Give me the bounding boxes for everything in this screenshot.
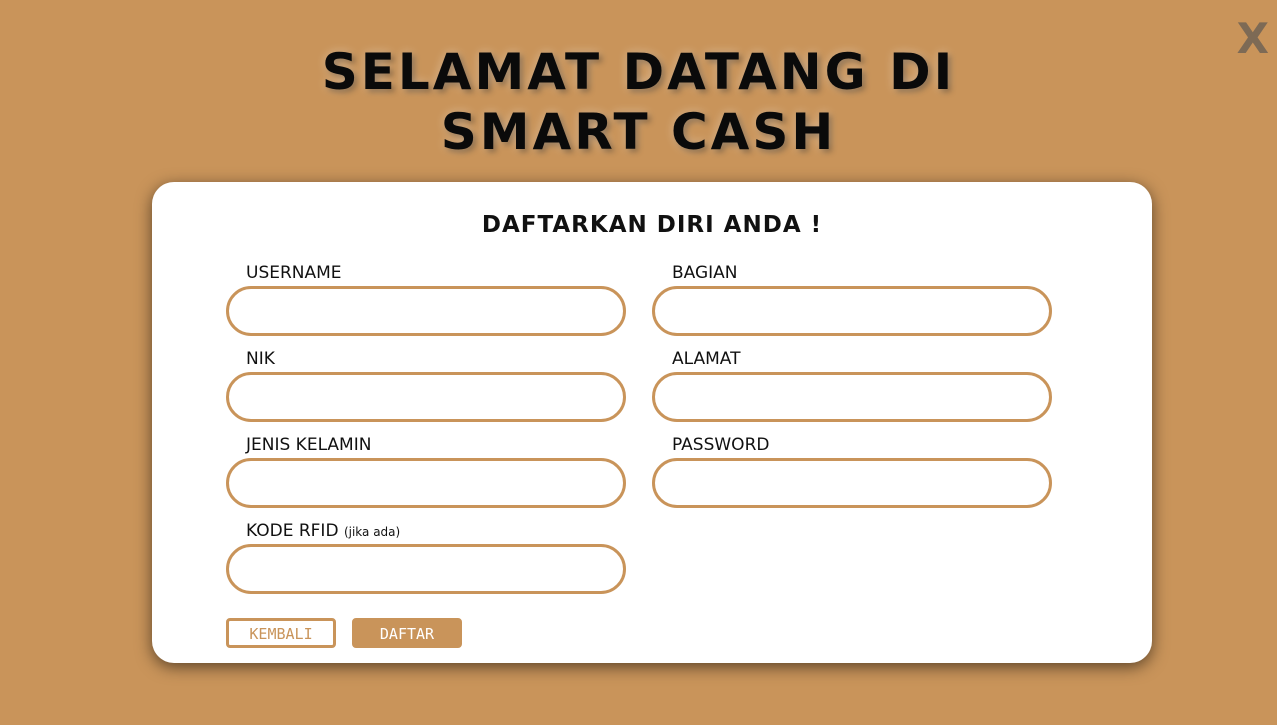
rfid-input[interactable] — [226, 544, 626, 594]
rfid-field: KODE RFID (jika ada) — [226, 520, 626, 594]
form-heading: DAFTARKAN DIRI ANDA ! — [481, 212, 823, 238]
nik-field: NIK — [226, 348, 626, 422]
jenis-kelamin-label: JENIS KELAMIN — [246, 435, 372, 455]
password-field: PASSWORD — [652, 434, 1052, 508]
bagian-field: BAGIAN — [652, 262, 1052, 336]
password-input[interactable] — [652, 458, 1052, 508]
password-label: PASSWORD — [672, 435, 770, 455]
jenis-kelamin-input[interactable] — [226, 458, 626, 508]
rfid-label-text: KODE RFID — [246, 521, 339, 541]
username-label: USERNAME — [246, 263, 342, 283]
username-input[interactable] — [226, 286, 626, 336]
registration-card: DAFTARKAN DIRI ANDA ! USERNAME BAGIAN NI… — [152, 182, 1152, 663]
bagian-label: BAGIAN — [672, 263, 738, 283]
page-title: SELAMAT DATANG DI SMART CASH — [0, 42, 1277, 162]
title-line-1: SELAMAT DATANG DI — [321, 43, 956, 101]
rfid-optional-note: (jika ada) — [343, 525, 401, 539]
alamat-input[interactable] — [652, 372, 1052, 422]
nik-label: NIK — [246, 349, 275, 369]
bagian-input[interactable] — [652, 286, 1052, 336]
rfid-label: KODE RFID (jika ada) — [246, 520, 626, 542]
register-button[interactable]: DAFTAR — [352, 618, 462, 648]
nik-input[interactable] — [226, 372, 626, 422]
title-line-2: SMART CASH — [440, 103, 837, 161]
back-button[interactable]: KEMBALI — [226, 618, 336, 648]
jenis-kelamin-field: JENIS KELAMIN — [226, 434, 626, 508]
alamat-field: ALAMAT — [652, 348, 1052, 422]
username-field: USERNAME — [226, 262, 626, 336]
alamat-label: ALAMAT — [672, 349, 741, 369]
